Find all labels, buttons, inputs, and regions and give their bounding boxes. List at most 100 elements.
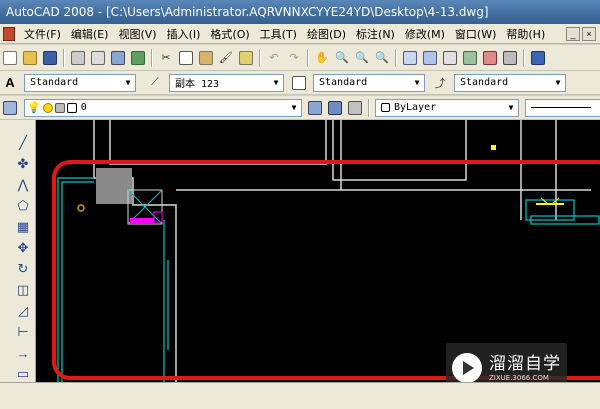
open-file-icon[interactable] (21, 49, 39, 67)
toolbar-separator (63, 48, 65, 67)
rotate-icon[interactable]: ↻ (12, 260, 34, 278)
tool-palettes-icon[interactable] (441, 49, 459, 67)
publish-icon[interactable] (109, 49, 127, 67)
toolbar-separator (395, 48, 397, 67)
toolbar-separator (151, 48, 153, 67)
menu-edit[interactable]: 编辑(E) (66, 26, 114, 42)
chevron-down-icon[interactable]: ▼ (504, 103, 518, 112)
current-layer-name: 0 (80, 102, 87, 113)
menu-help[interactable]: 帮助(H) (501, 26, 550, 42)
rectangle-icon[interactable]: ▭ (12, 365, 34, 382)
multileader-style-value: Standard (460, 77, 509, 88)
stretch-icon[interactable]: ◿ (12, 302, 34, 320)
new-file-icon[interactable] (1, 49, 19, 67)
fixture-block (127, 189, 163, 225)
undo-icon[interactable]: ↶ (265, 49, 283, 67)
3d-dwf-icon[interactable] (129, 49, 147, 67)
marker-circle (77, 204, 85, 212)
layer-on-bulb-icon[interactable]: 💡 (27, 101, 41, 114)
dimension-style-icon[interactable]: ⟋ (146, 74, 164, 92)
autocad-app-icon[interactable] (3, 26, 15, 41)
layer-thaw-sun-icon[interactable] (42, 102, 53, 113)
trim-icon[interactable]: ⊢ (12, 323, 34, 341)
chevron-down-icon[interactable]: ▼ (287, 103, 301, 112)
chevron-down-icon[interactable]: ▼ (410, 78, 424, 87)
chevron-down-icon[interactable]: ▼ (269, 78, 283, 87)
help-icon[interactable] (529, 49, 547, 67)
move-icon[interactable]: ✥ (12, 239, 34, 257)
cut-icon[interactable]: ✂ (157, 49, 175, 67)
toolbar-separator (523, 48, 525, 67)
print-icon[interactable] (69, 49, 87, 67)
table-style-icon[interactable] (290, 74, 308, 92)
layer-control-dropdown[interactable]: 💡 0 ▼ (24, 98, 302, 117)
text-style-dropdown[interactable]: Standard ▼ (24, 73, 136, 92)
properties-icon[interactable] (401, 49, 419, 67)
menu-draw[interactable]: 绘图(D) (302, 26, 351, 42)
table-style-value: Standard (319, 77, 368, 88)
block-editor-icon[interactable] (237, 49, 255, 67)
text-style-value: Standard (30, 77, 79, 88)
menu-file[interactable]: 文件(F) (19, 26, 66, 42)
color-control-value: ByLayer (394, 102, 437, 113)
watermark-name: 溜溜自学 (489, 354, 561, 374)
layer-states-icon[interactable] (346, 99, 364, 117)
menu-window[interactable]: 窗口(W) (450, 26, 501, 42)
zoom-previous-icon[interactable]: 🔍 (373, 49, 391, 67)
layer-properties-icon[interactable] (1, 99, 19, 117)
copy-icon[interactable] (177, 49, 195, 67)
array-icon[interactable]: ▦ (12, 218, 34, 236)
styles-toolbar: A Standard ▼ ⟋ 副本 123 ▼ Standard ▼ ⤴ Sta… (0, 71, 600, 95)
dimension-style-value: 副本 123 (175, 79, 220, 90)
close-icon[interactable]: × (582, 26, 596, 41)
zoom-realtime-icon[interactable]: 🔍 (333, 49, 351, 67)
lamp-symbol (491, 145, 564, 205)
make-object-layer-current-icon[interactable] (306, 99, 324, 117)
play-logo-icon (452, 353, 482, 383)
paste-icon[interactable] (197, 49, 215, 67)
print-preview-icon[interactable] (89, 49, 107, 67)
menu-view[interactable]: 视图(V) (113, 26, 161, 42)
sheet-set-manager-icon[interactable] (461, 49, 479, 67)
menu-format[interactable]: 格式(O) (205, 26, 254, 42)
design-center-icon[interactable] (421, 49, 439, 67)
text-style-icon[interactable]: A (1, 74, 19, 92)
toolbar-separator (368, 98, 370, 117)
save-icon[interactable] (41, 49, 59, 67)
chevron-down-icon[interactable]: ▼ (551, 78, 565, 87)
pan-icon[interactable]: ✋ (313, 49, 331, 67)
window-title-bar: AutoCAD 2008 - [C:\Users\Administrator.A… (0, 0, 600, 24)
table-style-dropdown[interactable]: Standard ▼ (313, 73, 425, 92)
minimize-icon[interactable]: _ (566, 26, 580, 41)
toolbar-separator (307, 48, 309, 67)
polygon-icon[interactable]: ⬠ (12, 197, 34, 215)
chevron-down-icon[interactable]: ▼ (121, 78, 135, 87)
construction-line-icon[interactable]: ✤ (12, 155, 34, 173)
quickcalc-icon[interactable] (501, 49, 519, 67)
scale-icon[interactable]: ◫ (12, 281, 34, 299)
layer-previous-icon[interactable] (326, 99, 344, 117)
menu-bar: 文件(F) 编辑(E) 视图(V) 插入(I) 格式(O) 工具(T) 绘图(D… (0, 24, 600, 44)
polyline-icon[interactable]: ⋀ (12, 176, 34, 194)
layer-color-swatch-icon[interactable] (66, 102, 77, 113)
toolbar-separator (259, 48, 261, 67)
linetype-control-dropdown[interactable] (525, 98, 600, 117)
menu-tools[interactable]: 工具(T) (255, 26, 302, 42)
redo-icon[interactable]: ↷ (285, 49, 303, 67)
zoom-window-icon[interactable]: 🔍 (353, 49, 371, 67)
dimension-style-dropdown[interactable]: 副本 123 ▼ (169, 73, 284, 92)
layer-unlock-icon[interactable] (54, 102, 65, 113)
multileader-style-icon[interactable]: ⤴ (431, 74, 449, 92)
color-control-dropdown[interactable]: ByLayer ▼ (375, 98, 519, 117)
bottom-strip (0, 382, 600, 409)
menu-modify[interactable]: 修改(M) (400, 26, 450, 42)
menu-dimension[interactable]: 标注(N) (351, 26, 400, 42)
linetype-preview (531, 102, 600, 113)
watermark-text: 溜溜自学 ZIXUE.3066.COM (489, 354, 561, 382)
match-properties-icon[interactable]: 🖌 (217, 49, 235, 67)
line-tool-icon[interactable]: ╱ (12, 134, 34, 152)
extend-icon[interactable]: → (12, 344, 34, 362)
markup-set-manager-icon[interactable] (481, 49, 499, 67)
multileader-style-dropdown[interactable]: Standard ▼ (454, 73, 566, 92)
menu-insert[interactable]: 插入(I) (162, 26, 206, 42)
